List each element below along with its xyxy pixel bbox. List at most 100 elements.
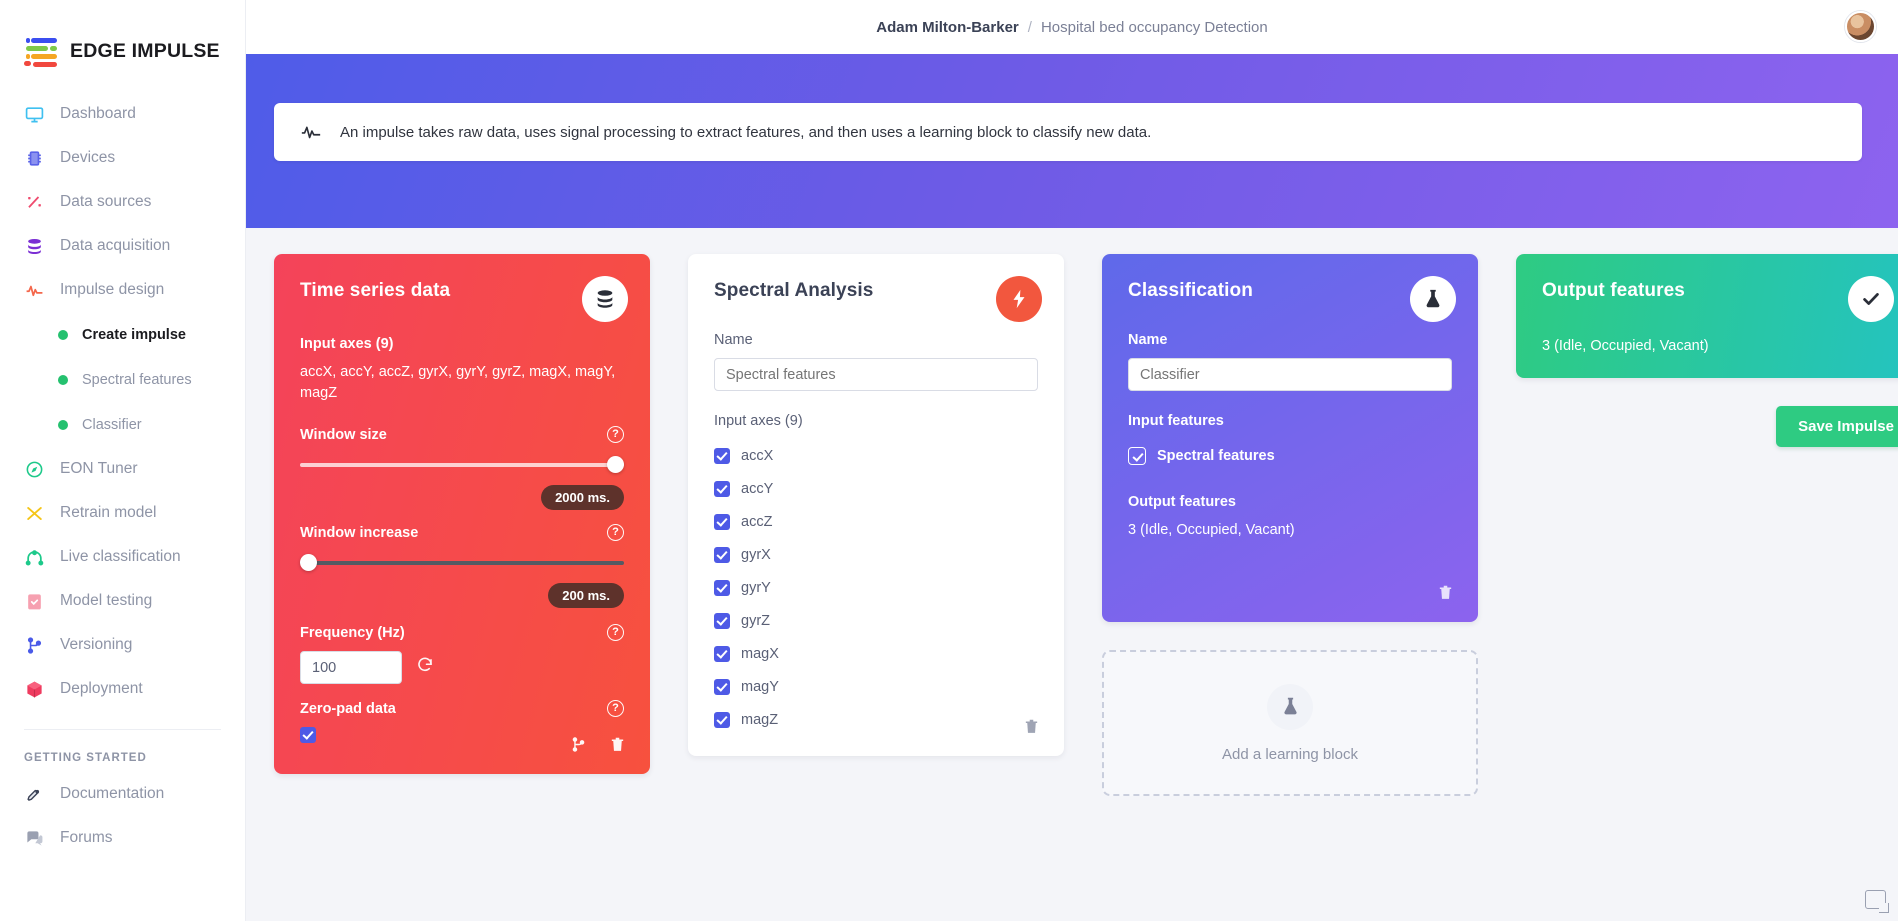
sidebar-item-eon-tuner[interactable]: EON Tuner <box>0 447 245 491</box>
sidebar-subitem-label: Spectral features <box>82 371 192 388</box>
frequency-input[interactable] <box>300 651 402 685</box>
axis-checkbox[interactable] <box>714 612 730 629</box>
pulse-icon <box>24 280 44 300</box>
spectral-actions <box>1023 718 1040 740</box>
axis-row[interactable]: magY <box>714 670 1038 703</box>
output-features-value: 3 (Idle, Occupied, Vacant) <box>1542 338 1709 354</box>
axis-checkbox[interactable] <box>714 645 730 662</box>
status-dot-icon <box>58 329 68 340</box>
clipboard-check-icon <box>24 591 44 611</box>
add-learning-block-dropzone[interactable]: Add a learning block <box>1102 650 1478 796</box>
axis-row[interactable]: gyrZ <box>714 604 1038 637</box>
window-size-slider[interactable] <box>300 453 624 477</box>
trash-icon[interactable] <box>609 736 626 758</box>
axis-checkbox[interactable] <box>714 513 730 530</box>
edge-impulse-logo-icon <box>24 36 58 67</box>
refresh-icon[interactable] <box>416 656 434 679</box>
sidebar-item-devices[interactable]: Devices <box>0 136 245 180</box>
sidebar-item-label: Impulse design <box>60 281 165 298</box>
help-icon[interactable]: ? <box>607 624 624 642</box>
spectral-column: Spectral Analysis Name Input axes (9) ac… <box>688 254 1064 814</box>
spectral-name-input[interactable] <box>714 358 1038 391</box>
trash-icon[interactable] <box>1023 718 1040 740</box>
help-icon[interactable]: ? <box>607 426 624 444</box>
zero-pad-checkbox[interactable] <box>300 727 316 744</box>
slider-knob[interactable] <box>607 456 624 474</box>
axis-label: accZ <box>741 513 773 530</box>
time-series-actions <box>570 736 626 758</box>
help-icon[interactable]: ? <box>607 524 624 542</box>
zero-pad-label: Zero-pad data <box>300 701 396 718</box>
window-increase-slider[interactable] <box>300 551 624 575</box>
sidebar-item-forums[interactable]: Forums <box>0 816 245 860</box>
output-features-block: Output features 3 (Idle, Occupied, Vacan… <box>1516 254 1898 378</box>
axis-checkbox[interactable] <box>714 678 730 695</box>
axis-label: gyrX <box>741 546 771 563</box>
axis-row[interactable]: magX <box>714 637 1038 670</box>
sidebar-item-retrain-model[interactable]: Retrain model <box>0 491 245 535</box>
breadcrumb-user[interactable]: Adam Milton-Barker <box>876 19 1019 36</box>
sidebar-subitem-label: Create impulse <box>82 326 186 343</box>
axis-checkbox[interactable] <box>714 711 730 728</box>
axis-label: accY <box>741 480 774 497</box>
feedback-icon[interactable] <box>1865 890 1889 913</box>
sidebar-item-live-classification[interactable]: Live classification <box>0 535 245 579</box>
input-feature-checkbox[interactable] <box>1128 446 1146 465</box>
axis-checkbox[interactable] <box>714 447 730 464</box>
input-feature-label: Spectral features <box>1157 447 1275 464</box>
axis-row[interactable]: magZ <box>714 703 1038 736</box>
sidebar-item-data-sources[interactable]: Data sources <box>0 180 245 224</box>
sidebar-subitem-spectral-features[interactable]: Spectral features <box>0 357 245 402</box>
slider-knob[interactable] <box>300 554 317 572</box>
sidebar-item-data-acquisition[interactable]: Data acquisition <box>0 224 245 268</box>
slider-track <box>300 463 624 468</box>
chat-icon <box>24 828 44 848</box>
axis-row[interactable]: gyrY <box>714 571 1038 604</box>
axis-row[interactable]: gyrX <box>714 538 1038 571</box>
sidebar-subitem-create-impulse[interactable]: Create impulse <box>0 312 245 357</box>
save-impulse-button[interactable]: Save Impulse <box>1776 406 1898 447</box>
sidebar-item-label: Retrain model <box>60 504 157 521</box>
output-features-value: 3 (Idle, Occupied, Vacant) <box>1128 522 1295 538</box>
breadcrumb-separator: / <box>1027 18 1032 36</box>
sidebar-item-dashboard[interactable]: Dashboard <box>0 92 245 136</box>
axis-checkbox[interactable] <box>714 480 730 497</box>
breadcrumb-project[interactable]: Hospital bed occupancy Detection <box>1041 19 1268 36</box>
window-size-label: Window size <box>300 427 387 444</box>
sidebar-item-label: Documentation <box>60 785 165 802</box>
classifier-name-input[interactable] <box>1128 358 1452 391</box>
axis-checkbox[interactable] <box>714 546 730 563</box>
sidebar-item-impulse-design[interactable]: Impulse design <box>0 268 245 312</box>
sidebar-item-deployment[interactable]: Deployment <box>0 667 245 711</box>
axis-row[interactable]: accZ <box>714 505 1038 538</box>
brand-logo[interactable]: EDGE IMPULSE <box>0 0 245 76</box>
topbar: Adam Milton-Barker / Hospital bed occupa… <box>246 0 1898 54</box>
axis-label: gyrY <box>741 579 771 596</box>
box-icon <box>24 679 44 699</box>
axis-checkbox[interactable] <box>714 579 730 596</box>
git-branch-icon <box>24 635 44 655</box>
trash-icon[interactable] <box>1437 584 1454 606</box>
git-branch-icon[interactable] <box>570 736 587 758</box>
axis-row[interactable]: accY <box>714 472 1038 505</box>
block-title: Time series data <box>300 280 451 301</box>
check-icon <box>1848 276 1894 322</box>
help-icon[interactable]: ? <box>607 700 624 718</box>
sidebar-section-heading: GETTING STARTED <box>24 752 147 764</box>
avatar[interactable] <box>1845 11 1876 42</box>
sidebar-item-documentation[interactable]: Documentation <box>0 772 245 816</box>
input-feature-row[interactable]: Spectral features <box>1128 439 1452 472</box>
axis-row[interactable]: accX <box>714 439 1038 472</box>
classification-column: Classification Name Input features Spect… <box>1102 254 1478 796</box>
window-increase-label: Window increase <box>300 525 419 542</box>
status-dot-icon <box>58 419 68 430</box>
axis-label: magY <box>741 678 779 695</box>
sidebar-item-model-testing[interactable]: Model testing <box>0 579 245 623</box>
sidebar-item-versioning[interactable]: Versioning <box>0 623 245 667</box>
sidebar-item-label: Live classification <box>60 548 181 565</box>
add-learning-block-label: Add a learning block <box>1222 745 1358 763</box>
compass-icon <box>24 459 44 479</box>
impulse-board: Time series data Input axes (9) accX, ac… <box>246 228 1898 814</box>
flask-icon <box>1267 683 1313 730</box>
sidebar-subitem-classifier[interactable]: Classifier <box>0 402 245 447</box>
